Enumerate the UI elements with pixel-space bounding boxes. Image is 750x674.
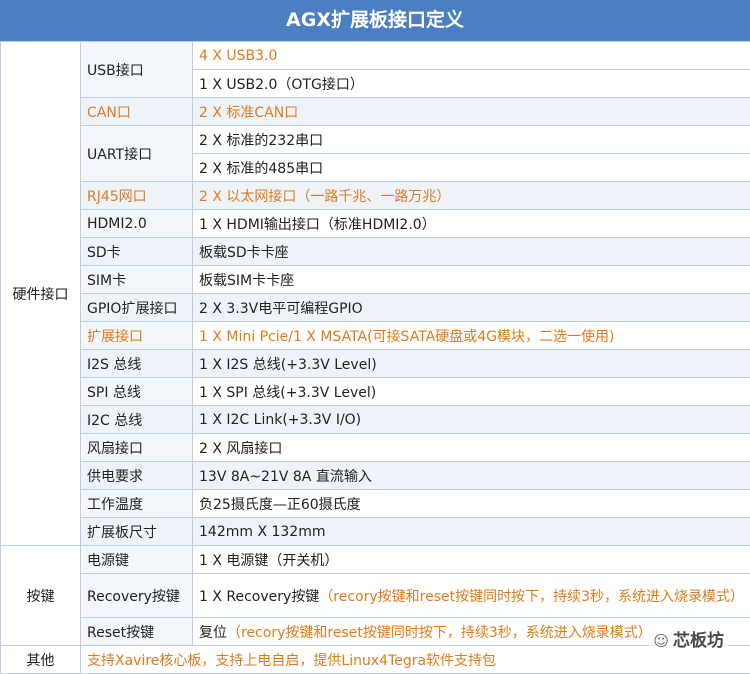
row-value: 1 X 电源键（开关机） [193,546,750,574]
table-title: AGX扩展板接口定义 [0,0,750,41]
category-keys: 按键 [1,546,81,646]
row-value: 1 X USB2.0（OTG接口） [193,70,750,98]
row-value: 4 X USB3.0 [193,42,750,70]
row-value: 1 X Mini Pcie/1 X MSATA(可接SATA硬盘或4G模块，二选… [193,322,750,350]
row-name-reset-key: Reset按键 [81,618,193,646]
row-value: 2 X 3.3V电平可编程GPIO [193,294,750,322]
row-value: 142mm X 132mm [193,518,750,546]
row-value: 2 X 风扇接口 [193,434,750,462]
recovery-note: （recory按键和reset按键同时按下，持续3秒，系统进入烧录模式） [319,589,744,605]
watermark: ☺芯板坊 [649,624,728,653]
row-name-power-key: 电源键 [81,546,193,574]
row-value: 2 X 以太网接口（一路千兆、一路万兆） [193,182,750,210]
row-name-i2c: I2C 总线 [81,406,193,434]
row-name-temperature: 工作温度 [81,490,193,518]
row-value: 2 X 标准CAN口 [193,98,750,126]
row-name-uart: UART接口 [81,126,193,182]
row-name-expansion: 扩展接口 [81,322,193,350]
row-value: 板载SD卡卡座 [193,238,750,266]
row-name-hdmi: HDMI2.0 [81,210,193,238]
row-value: 板载SIM卡卡座 [193,266,750,294]
category-other: 其他 [1,646,81,674]
row-name-fan: 风扇接口 [81,434,193,462]
reset-note: （recory按键和reset按键同时按下，持续3秒，系统进入烧录模式） [227,625,652,641]
row-value: 1 X SPI 总线(+3.3V Level) [193,378,750,406]
wechat-icon: ☺ [653,632,669,650]
row-value: 1 X HDMI输出接口（标准HDMI2.0） [193,210,750,238]
category-hardware: 硬件接口 [1,42,81,546]
row-name-usb: USB接口 [81,42,193,98]
row-value: 1 X I2S 总线(+3.3V Level) [193,350,750,378]
row-value: 1 X I2C Link(+3.3V I/O) [193,406,750,434]
row-value: 2 X 标准的232串口 [193,126,750,154]
row-name-recovery-key: Recovery按键 [81,574,193,618]
row-name-power-supply: 供电要求 [81,462,193,490]
row-name-can: CAN口 [81,98,193,126]
row-value: 负25摄氏度—正60摄氏度 [193,490,750,518]
row-name-rj45: RJ45网口 [81,182,193,210]
row-value-recovery: 1 X Recovery按键（recory按键和reset按键同时按下，持续3秒… [193,574,750,618]
row-name-gpio: GPIO扩展接口 [81,294,193,322]
row-name-sd: SD卡 [81,238,193,266]
spec-table: 硬件接口 USB接口 4 X USB3.0 1 X USB2.0（OTG接口） … [0,41,750,674]
row-name-sim: SIM卡 [81,266,193,294]
row-name-board-size: 扩展板尺寸 [81,518,193,546]
row-value: 13V 8A~21V 8A 直流输入 [193,462,750,490]
row-value: 2 X 标准的485串口 [193,154,750,182]
reset-value-text: 复位 [199,625,227,641]
recovery-value-text: 1 X Recovery按键 [199,589,319,605]
row-name-i2s: I2S 总线 [81,350,193,378]
row-name-spi: SPI 总线 [81,378,193,406]
